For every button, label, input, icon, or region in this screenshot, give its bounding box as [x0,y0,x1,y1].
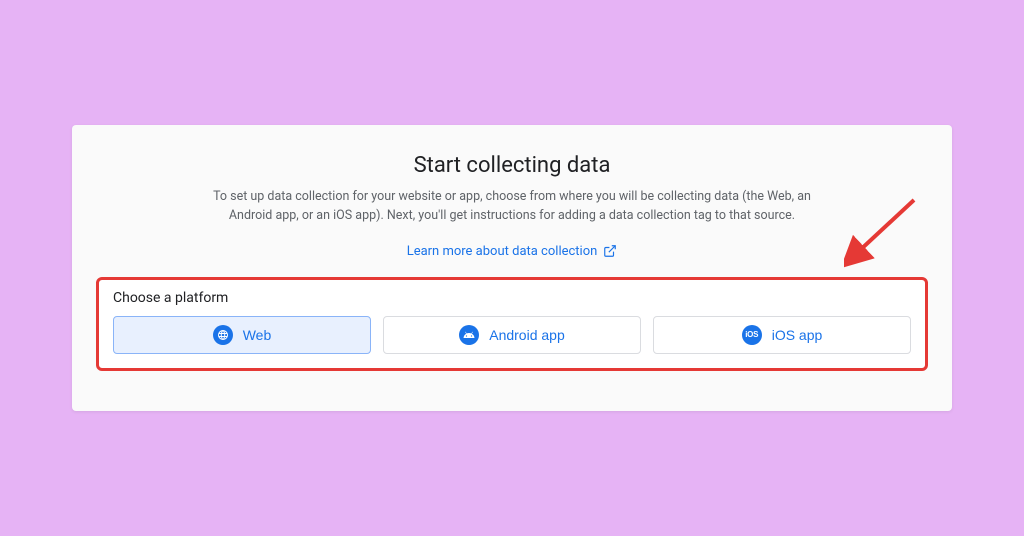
external-link-icon [603,244,617,258]
platform-web-button[interactable]: Web [113,316,371,354]
panel-header: Start collecting data To set up data col… [96,153,928,259]
learn-more-link[interactable]: Learn more about data collection [407,244,618,259]
globe-icon [213,325,233,345]
platform-android-button[interactable]: Android app [383,316,641,354]
platform-ios-button[interactable]: iOS iOS app [653,316,911,354]
annotation-highlight-box: Choose a platform Web Android app iOS iO… [96,277,928,371]
page-description: To set up data collection for your websi… [192,188,832,226]
page-title: Start collecting data [96,153,928,178]
platform-ios-label: iOS app [772,327,823,343]
ios-icon: iOS [742,325,762,345]
data-collection-panel: Start collecting data To set up data col… [72,125,952,411]
choose-platform-label: Choose a platform [113,290,911,306]
platform-android-label: Android app [489,327,565,343]
android-icon [459,325,479,345]
learn-more-text: Learn more about data collection [407,244,598,259]
platform-options-row: Web Android app iOS iOS app [113,316,911,354]
platform-web-label: Web [243,327,272,343]
